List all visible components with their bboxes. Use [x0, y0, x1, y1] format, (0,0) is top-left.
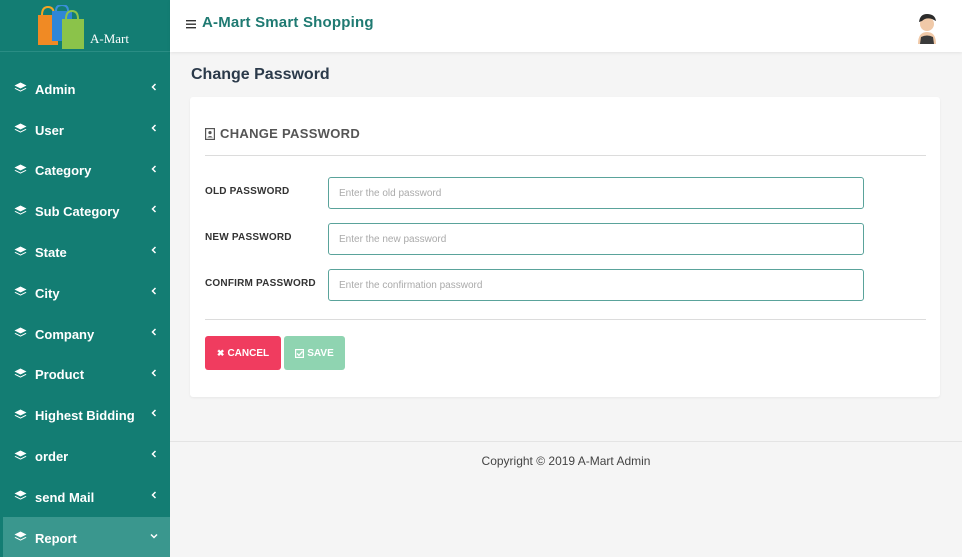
new-password-input[interactable]	[328, 223, 864, 255]
layers-icon	[14, 409, 27, 419]
check-square-icon	[295, 348, 305, 358]
sidebar-item-order[interactable]: order	[0, 435, 170, 476]
chevron-left-icon	[151, 124, 157, 132]
brand[interactable]: A-Mart	[0, 0, 170, 52]
chevron-left-icon	[151, 246, 157, 254]
hamburger-menu-icon[interactable]	[186, 19, 196, 29]
card-title: CHANGE PASSWORD	[220, 126, 361, 141]
layers-icon	[14, 123, 27, 133]
chevron-left-icon	[151, 287, 157, 295]
layers-icon	[14, 327, 27, 337]
old-password-input[interactable]	[328, 177, 864, 209]
layers-icon	[14, 286, 27, 296]
confirm-password-label: CONFIRM PASSWORD	[205, 278, 316, 289]
cancel-button[interactable]: ✖ CANCEL	[205, 336, 281, 370]
new-password-label: NEW PASSWORD	[205, 232, 292, 243]
sidebar-item-report[interactable]: Report	[3, 516, 170, 557]
cancel-button-label: CANCEL	[227, 347, 270, 359]
old-password-label: OLD PASSWORD	[205, 186, 290, 197]
sidebar-item-category[interactable]: Category	[0, 150, 170, 191]
sidebar-item-sub-category[interactable]: Sub Category	[0, 190, 170, 231]
chevron-left-icon	[151, 83, 157, 91]
sidebar-item-send-mail[interactable]: send Mail	[0, 476, 170, 517]
topbar: A-Mart Smart Shopping	[170, 0, 962, 52]
shopping-bags-logo	[38, 5, 84, 49]
chevron-left-icon	[151, 328, 157, 336]
contact-card-icon	[205, 127, 215, 140]
layers-icon	[14, 82, 27, 92]
header-divider	[205, 155, 926, 156]
form-divider	[205, 319, 926, 320]
layers-icon	[14, 246, 27, 256]
footer-divider	[170, 441, 962, 442]
chevron-left-icon	[151, 450, 157, 458]
save-button[interactable]: SAVE	[284, 336, 345, 370]
page-title: Change Password	[191, 66, 330, 83]
sidebar-item-highest-bidding[interactable]: Highest Bidding	[0, 394, 170, 435]
layers-icon	[14, 368, 27, 378]
sidebar-item-admin[interactable]: Admin	[0, 68, 170, 109]
footer-copyright: Copyright © 2019 A-Mart Admin	[481, 454, 651, 468]
save-button-label: SAVE	[307, 347, 334, 359]
sidebar: A-Mart Admin User Category Sub Category Stat…	[0, 0, 170, 557]
close-icon: ✖	[216, 347, 225, 358]
brand-name: A-Mart	[90, 31, 129, 46]
user-avatar[interactable]	[912, 10, 942, 44]
chevron-left-icon	[151, 369, 157, 377]
chevron-down-icon	[150, 533, 158, 539]
change-password-card: CHANGE PASSWORD OLD PASSWORD NEW PASSWOR…	[190, 97, 940, 397]
sidebar-item-state[interactable]: State	[0, 231, 170, 272]
sidebar-item-product[interactable]: Product	[0, 354, 170, 395]
card-header: CHANGE PASSWORD	[205, 126, 360, 141]
app-title: A-Mart Smart Shopping	[202, 14, 374, 31]
layers-icon	[14, 450, 27, 460]
chevron-left-icon	[151, 205, 157, 213]
sidebar-item-company[interactable]: Company	[0, 313, 170, 354]
sidebar-item-user[interactable]: User	[0, 109, 170, 150]
layers-icon	[14, 490, 27, 500]
sidebar-item-city[interactable]: City	[0, 272, 170, 313]
chevron-left-icon	[151, 491, 157, 499]
layers-icon	[14, 205, 27, 215]
chevron-left-icon	[151, 165, 157, 173]
confirm-password-input[interactable]	[328, 269, 864, 301]
chevron-left-icon	[151, 409, 157, 417]
layers-icon	[14, 531, 27, 541]
layers-icon	[14, 164, 27, 174]
sidebar-menu: Admin User Category Sub Category State City Co…	[0, 68, 170, 557]
